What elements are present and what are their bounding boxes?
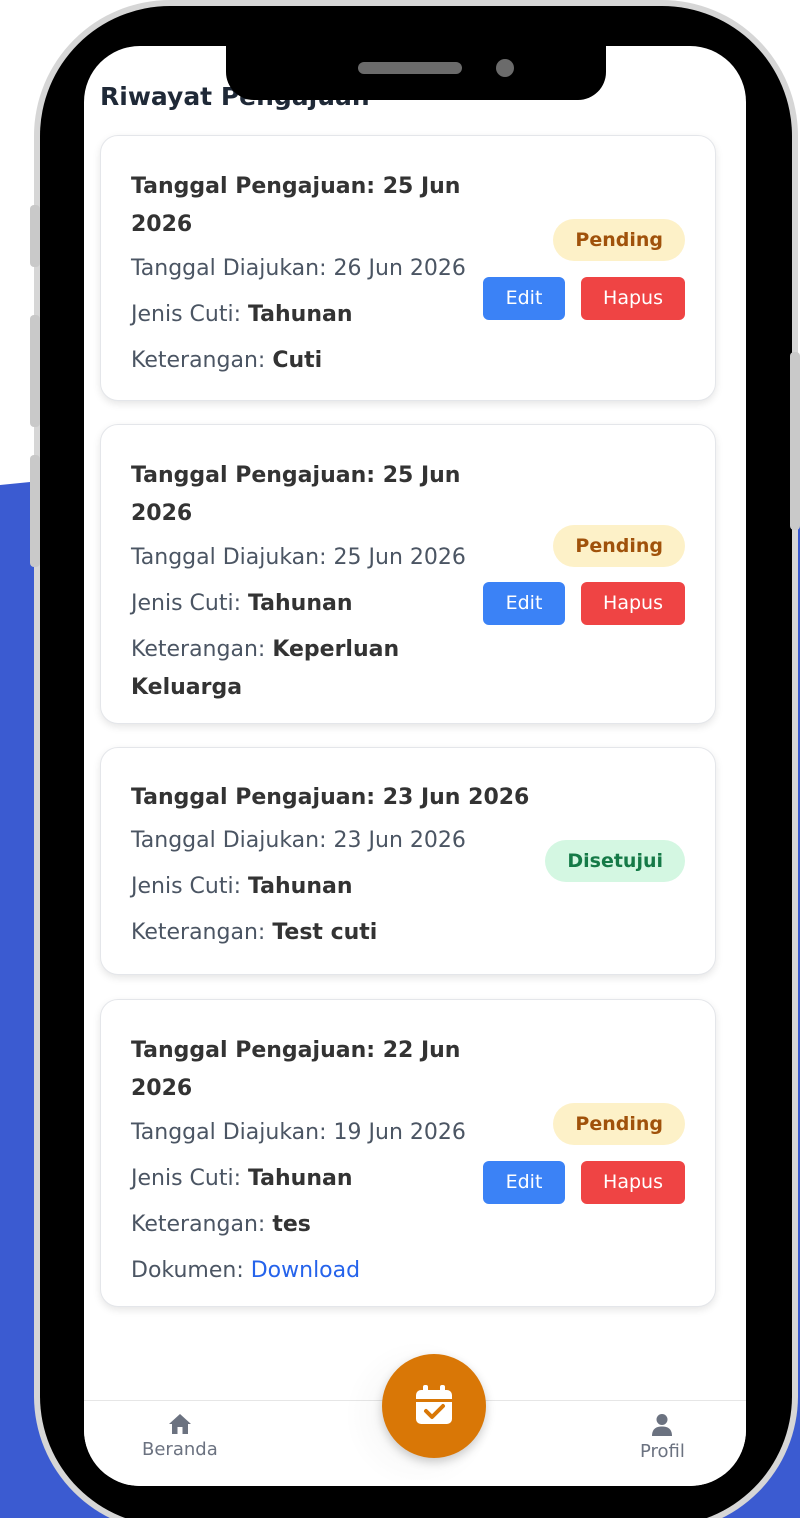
note-label: Keterangan:	[131, 637, 266, 662]
download-link[interactable]: Download	[251, 1258, 360, 1283]
leave-type-row: Jenis Cuti: Tahunan	[131, 1156, 481, 1202]
submission-heading: Tanggal Pengajuan: 25 Jun 2026	[131, 174, 461, 237]
submitted-date-row: Tanggal Diajukan: 23 Jun 2026	[131, 818, 551, 864]
submitted-date-value: 25 Jun 2026	[333, 545, 466, 570]
edit-button[interactable]: Edit	[483, 582, 565, 625]
leave-type-row: Jenis Cuti: Tahunan	[131, 581, 481, 627]
edit-button[interactable]: Edit	[483, 1161, 565, 1204]
leave-type-label: Jenis Cuti:	[131, 874, 241, 899]
submission-card: Tanggal Pengajuan: 25 Jun 2026 Tanggal D…	[100, 424, 716, 724]
submitted-date-label: Tanggal Diajukan:	[131, 1120, 327, 1145]
note-label: Keterangan:	[131, 920, 266, 945]
leave-type-value: Tahunan	[248, 1166, 353, 1191]
submission-heading: Tanggal Pengajuan: 25 Jun 2026	[131, 463, 461, 526]
submitted-date-value: 19 Jun 2026	[333, 1120, 466, 1145]
submitted-date-value: 23 Jun 2026	[333, 828, 466, 853]
leave-type-value: Tahunan	[248, 302, 353, 327]
note-value: tes	[272, 1212, 311, 1237]
status-badge: Pending	[553, 219, 685, 261]
user-icon	[652, 1414, 673, 1436]
new-leave-request-button[interactable]	[382, 1354, 486, 1458]
submitted-date-row: Tanggal Diajukan: 25 Jun 2026	[131, 535, 481, 581]
submitted-date-label: Tanggal Diajukan:	[131, 545, 327, 570]
document-row: Dokumen: Download	[131, 1248, 481, 1294]
submission-card: Tanggal Pengajuan: 23 Jun 2026 Tanggal D…	[100, 747, 716, 975]
nav-home-label: Beranda	[142, 1439, 218, 1460]
app-screen: Riwayat Pengajuan Tanggal Pengajuan: 25 …	[84, 46, 746, 1486]
note-value: Cuti	[272, 348, 323, 373]
delete-button[interactable]: Hapus	[581, 277, 685, 320]
edit-button[interactable]: Edit	[483, 277, 565, 320]
submitted-date-row: Tanggal Diajukan: 19 Jun 2026	[131, 1110, 481, 1156]
document-label: Dokumen:	[131, 1258, 244, 1283]
home-icon	[168, 1414, 191, 1434]
phone-side-button	[30, 315, 40, 427]
submission-info: Tanggal Pengajuan: 25 Jun 2026 Tanggal D…	[131, 168, 481, 384]
submitted-date-label: Tanggal Diajukan:	[131, 828, 327, 853]
speaker-grille	[358, 62, 462, 74]
status-badge: Disetujui	[545, 840, 685, 882]
note-label: Keterangan:	[131, 1212, 266, 1237]
leave-type-label: Jenis Cuti:	[131, 302, 241, 327]
note-row: Keterangan: Test cuti	[131, 910, 551, 956]
phone-side-button	[790, 352, 800, 530]
note-row: Keterangan: Cuti	[131, 338, 481, 384]
leave-type-value: Tahunan	[248, 591, 353, 616]
status-badge: Pending	[553, 525, 685, 567]
note-row: Keterangan: Keperluan Keluarga	[131, 631, 481, 707]
submission-info: Tanggal Pengajuan: 23 Jun 2026 Tanggal D…	[131, 780, 551, 956]
phone-side-button	[30, 455, 40, 567]
delete-button[interactable]: Hapus	[581, 1161, 685, 1204]
note-label: Keterangan:	[131, 348, 266, 373]
leave-type-row: Jenis Cuti: Tahunan	[131, 292, 481, 338]
submitted-date-row: Tanggal Diajukan: 26 Jun 2026	[131, 246, 481, 292]
leave-type-label: Jenis Cuti:	[131, 591, 241, 616]
nav-profile-label: Profil	[640, 1441, 685, 1462]
submission-info: Tanggal Pengajuan: 22 Jun 2026 Tanggal D…	[131, 1032, 481, 1294]
submitted-date-value: 26 Jun 2026	[333, 256, 466, 281]
delete-button[interactable]: Hapus	[581, 582, 685, 625]
submission-heading: Tanggal Pengajuan: 22 Jun 2026	[131, 1038, 461, 1101]
submission-card: Tanggal Pengajuan: 25 Jun 2026 Tanggal D…	[100, 135, 716, 401]
submission-heading: Tanggal Pengajuan: 23 Jun 2026	[131, 785, 530, 810]
nav-item-profile[interactable]: Profil	[640, 1413, 685, 1462]
leave-type-value: Tahunan	[248, 874, 353, 899]
nav-item-home[interactable]: Beranda	[142, 1413, 218, 1460]
phone-side-button	[30, 205, 40, 267]
submission-card: Tanggal Pengajuan: 22 Jun 2026 Tanggal D…	[100, 999, 716, 1307]
camera-dot	[496, 59, 514, 77]
note-value: Test cuti	[272, 920, 378, 945]
note-row: Keterangan: tes	[131, 1202, 481, 1248]
phone-notch	[226, 40, 606, 100]
leave-type-label: Jenis Cuti:	[131, 1166, 241, 1191]
leave-type-row: Jenis Cuti: Tahunan	[131, 864, 551, 910]
submitted-date-label: Tanggal Diajukan:	[131, 256, 327, 281]
submission-info: Tanggal Pengajuan: 25 Jun 2026 Tanggal D…	[131, 457, 481, 707]
status-badge: Pending	[553, 1103, 685, 1145]
calendar-check-icon	[416, 1385, 452, 1424]
